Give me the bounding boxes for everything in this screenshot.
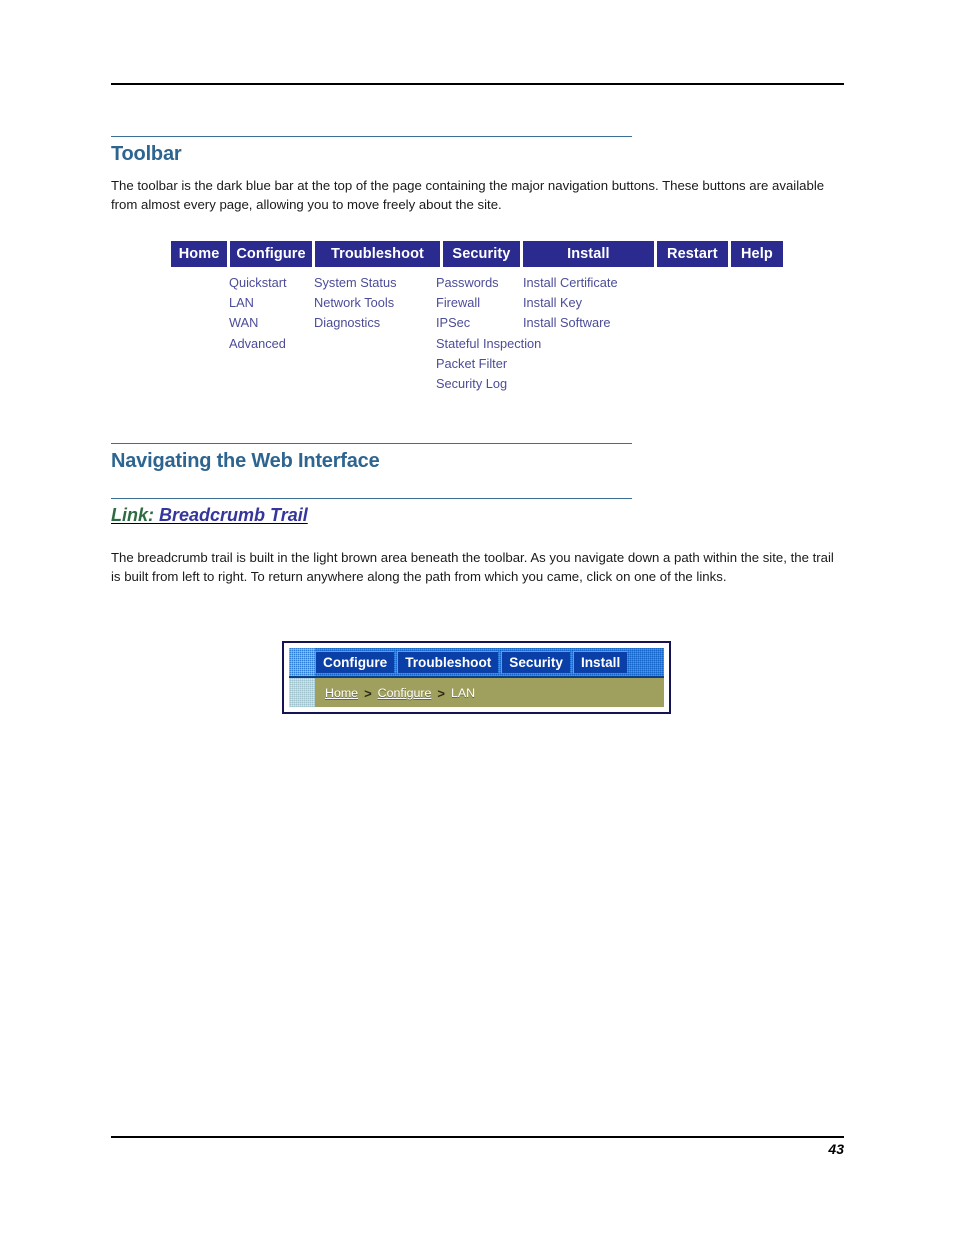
toolbar-submenu-area: Quickstart LAN WAN Advanced System Status Net… [171, 273, 783, 391]
document-page: Toolbar The toolbar is the dark blue bar… [0, 0, 954, 1235]
section-heading-toolbar: Toolbar [111, 136, 632, 167]
navbar-left-texture [289, 648, 315, 676]
toolbar-button-restart[interactable]: Restart [656, 241, 728, 267]
link-keyword: Link: [111, 505, 154, 525]
subsection-title: Link: Breadcrumb Trail [111, 499, 632, 527]
breadcrumb: Home > Configure > LAN [315, 686, 475, 701]
header-rule [111, 83, 844, 85]
subsection-heading-link-breadcrumb: Link: Breadcrumb Trail [111, 498, 632, 527]
toolbar-submenu-column-1: Quickstart LAN WAN Advanced [229, 273, 287, 354]
submenu-link-network-tools[interactable]: Network Tools [314, 293, 397, 313]
breadcrumb-screenshot: Configure Troubleshoot Security Install Hom… [289, 648, 664, 707]
submenu-link-install-key[interactable]: Install Key [523, 293, 618, 313]
submenu-link-system-status[interactable]: System Status [314, 273, 397, 293]
figure-toolbar: Home Configure Troubleshoot Security Install… [171, 241, 783, 391]
trail-left-texture [289, 678, 315, 707]
submenu-link-quickstart[interactable]: Quickstart [229, 273, 287, 293]
breadcrumb-nav-button-security[interactable]: Security [501, 651, 570, 673]
section-title: Navigating the Web Interface [111, 450, 380, 472]
submenu-link-security-log[interactable]: Security Log [436, 374, 541, 394]
submenu-link-install-certificate[interactable]: Install Certificate [523, 273, 618, 293]
toolbar-button-install[interactable]: Install [522, 241, 654, 267]
submenu-link-wan[interactable]: WAN [229, 313, 287, 333]
breadcrumb-item-lan: LAN [450, 686, 476, 700]
toolbar-button-home[interactable]: Home [171, 241, 228, 267]
paragraph-toolbar: The toolbar is the dark blue bar at the … [111, 178, 825, 212]
footer-rule [111, 1136, 844, 1138]
breadcrumb-nav-button-troubleshoot[interactable]: Troubleshoot [397, 651, 499, 673]
toolbar-button-help[interactable]: Help [730, 241, 783, 267]
breadcrumb-separator-icon: > [364, 685, 372, 701]
paragraph-breadcrumb: The breadcrumb trail is built in the lig… [111, 550, 834, 584]
toolbar-button-row: Home Configure Troubleshoot Security Install… [171, 241, 783, 267]
toolbar-submenu-column-2: System Status Network Tools Diagnostics [314, 273, 397, 334]
toolbar-button-troubleshoot[interactable]: Troubleshoot [314, 241, 441, 267]
link-title: Breadcrumb Trail [154, 505, 308, 525]
submenu-link-diagnostics[interactable]: Diagnostics [314, 313, 397, 333]
toolbar-submenu-column-4: Install Certificate Install Key Install So… [523, 273, 618, 334]
breadcrumb-button-group: Configure Troubleshoot Security Install [315, 651, 630, 673]
breadcrumb-navbar: Configure Troubleshoot Security Install [289, 648, 664, 678]
breadcrumb-nav-button-install[interactable]: Install [572, 651, 628, 673]
page-title: Toolbar [111, 143, 182, 165]
breadcrumb-separator-icon: > [437, 685, 445, 701]
section-heading-navigating: Navigating the Web Interface [111, 443, 632, 474]
toolbar-button-security[interactable]: Security [443, 241, 520, 267]
figure-breadcrumb: Configure Troubleshoot Security Install Hom… [282, 641, 671, 714]
toolbar-button-configure[interactable]: Configure [230, 241, 312, 267]
page-number: 43 [828, 1141, 844, 1157]
submenu-link-advanced[interactable]: Advanced [229, 334, 287, 354]
submenu-link-install-software[interactable]: Install Software [523, 313, 618, 333]
submenu-link-packet-filter[interactable]: Packet Filter [436, 354, 541, 374]
breadcrumb-item-home[interactable]: Home [325, 686, 358, 700]
submenu-link-stateful-inspection[interactable]: Stateful Inspection [436, 334, 541, 354]
breadcrumb-item-configure[interactable]: Configure [378, 686, 432, 700]
submenu-link-lan[interactable]: LAN [229, 293, 287, 313]
breadcrumb-trail-bar: Home > Configure > LAN [289, 678, 664, 707]
breadcrumb-nav-button-configure[interactable]: Configure [315, 651, 395, 673]
